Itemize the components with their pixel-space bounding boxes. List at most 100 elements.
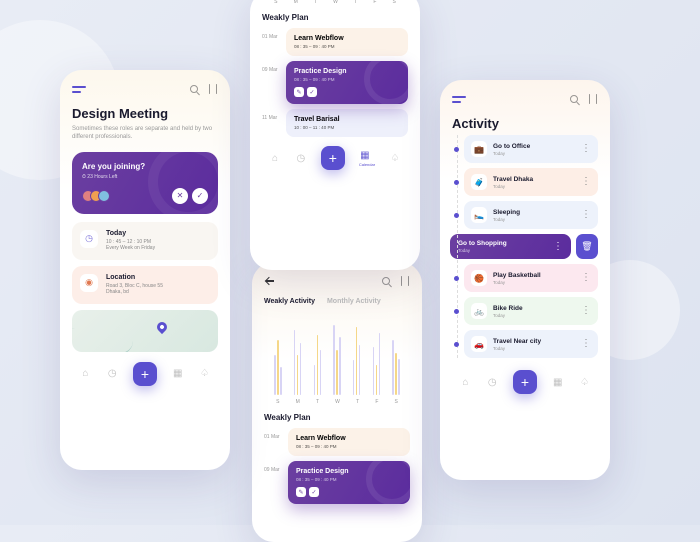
timeline-dot-icon [454,342,459,347]
activity-icon: 💼 [471,141,487,157]
clock-icon: ◷ [80,230,98,248]
activity-title: Activity [452,116,598,131]
menu-icon[interactable] [452,94,466,104]
plan-date: 09 Mar [262,61,280,73]
plan-time: 10 : 00 – 11 : 40 PM [294,125,400,130]
menu-icon[interactable] [72,84,86,94]
activity-item-swiped[interactable]: Go to ShoppingToday⋮🗑 [450,234,598,259]
chip-icon[interactable]: ✎ [294,87,304,97]
search-icon[interactable] [570,95,578,103]
activity-item[interactable]: 💼 Go to OfficeToday ⋮ [464,135,598,163]
nav-add-button[interactable]: + [321,146,345,170]
page-title: Design Meeting [72,106,218,121]
topbar [452,94,598,104]
today-card: ◷ Today 10 : 45 – 12 : 10 PM Every Week … [72,222,218,260]
activity-icon: 🧳 [471,174,487,190]
activity-sub: Today [493,280,575,285]
plan-title: Learn Webflow [294,35,400,42]
more-icon[interactable]: ⋮ [581,213,591,217]
activity-title: Go to Office [493,143,575,150]
more-icon[interactable]: ⋮ [581,147,591,151]
activity-item[interactable]: 🏀 Play BasketballToday ⋮ [464,264,598,292]
activity-title: Sleeping [493,209,575,216]
plan-time: 08 : 35 – 09 : 40 PM [294,77,400,82]
nav-home-icon[interactable]: ⌂ [459,376,471,388]
search-icon[interactable] [190,85,198,93]
screen-meeting: Design Meeting Sometimes these roles are… [60,70,230,470]
timeline-dot-icon [454,276,459,281]
timeline-dot-icon [454,309,459,314]
plan-title: Practice Design [294,68,400,75]
plan-date: 01 Mar [262,28,280,40]
plan-date: 11 Mar [262,109,280,121]
activity-sub: Today [493,184,575,189]
plan-item[interactable]: 01 Mar Learn Webflow 08 : 35 – 09 : 40 PM [262,28,408,56]
delete-button[interactable]: 🗑 [576,234,598,259]
more-icon[interactable]: ⋮ [581,180,591,184]
activity-sub: Today [493,217,575,222]
screen-plan: SMTWTFS Weakly Plan 01 MarLearn Webflow0… [250,0,420,270]
activity-icon: 🏀 [471,270,487,286]
plan-item[interactable]: 09 Mar Practice Design 08 : 35 – 09 : 40 P… [262,61,408,104]
nav-add-button[interactable]: + [513,370,537,394]
plan-time: 08 : 35 – 09 : 40 PM [294,44,400,49]
activity-title: Play Basketball [493,272,575,279]
map-pin-icon [155,320,169,334]
nav-calendar-icon[interactable]: ▦ [172,368,184,380]
chip-icon[interactable]: ✓ [307,87,317,97]
chart-partial: SMTWTFS [262,0,408,5]
bottom-nav: ⌂ ◷ + ▦ ♤ [72,358,218,390]
activity-title: Bike Ride [493,305,575,312]
accept-button[interactable]: ✓ [192,188,208,204]
join-question: Are you joining? [82,162,208,171]
nav-calendar-icon[interactable]: ▦ [552,376,564,388]
nav-bell-icon[interactable]: ♤ [199,368,211,380]
filter-icon[interactable] [588,94,598,104]
more-icon[interactable]: ⋮ [581,342,591,346]
more-icon[interactable]: ⋮ [581,276,591,280]
decline-button[interactable]: ✕ [172,188,188,204]
bottom-nav: ⌂ ◷ + ▦ ♤ [452,366,598,398]
activity-title: Travel Dhaka [493,176,575,183]
nav-clock-icon[interactable]: ◷ [295,152,307,164]
more-icon[interactable]: ⋮ [553,245,563,249]
location-icon: ◉ [80,274,98,292]
bottom-nav: ⌂ ◷ + ▦Calendar ♤ [262,142,408,174]
today-label: Today [106,230,155,237]
activity-timeline: 💼Go to OfficeToday⋮🧳Travel DhakaToday⋮🛌S… [452,135,598,358]
location-label: Location [106,274,163,281]
more-icon[interactable]: ⋮ [581,309,591,313]
timeline-dot-icon [454,147,459,152]
timeline-dot-icon [454,180,459,185]
page-subtitle: Sometimes these roles are separate and h… [72,125,218,142]
timeline-line [457,135,458,358]
nav-calendar-label: Calendar [359,162,375,167]
screen-activity: Activity 💼Go to OfficeToday⋮🧳Travel Dhak… [440,80,610,480]
plan-item[interactable]: 11 Mar Travel Barisal 10 : 00 – 11 : 40 PM [262,109,408,137]
activity-item[interactable]: 🧳 Travel DhakaToday ⋮ [464,168,598,196]
location-card: ◉ Location Road 3, Bloc C, house 55 Dhak… [72,266,218,304]
timeline-dot-icon [454,213,459,218]
filter-icon[interactable] [208,84,218,94]
nav-clock-icon[interactable]: ◷ [486,376,498,388]
activity-item[interactable]: 🚗 Travel Near cityToday ⋮ [464,330,598,358]
activity-item[interactable]: 🛌 SleepingToday ⋮ [464,201,598,229]
activity-sub: Today [493,346,575,351]
map-preview[interactable] [72,310,218,352]
activity-title: Travel Near city [493,338,575,345]
location-city: Dhaka, bd [106,289,163,296]
activity-item[interactable]: 🚲Bike RideToday⋮ [464,297,598,325]
nav-home-icon[interactable]: ⌂ [79,368,91,380]
activity-icon: 🚲 [471,303,487,319]
activity-icon: 🚗 [471,336,487,352]
nav-add-button[interactable]: + [133,362,157,386]
nav-home-icon[interactable]: ⌂ [269,152,281,164]
activity-sub: Today [493,151,575,156]
activity-icon: 🛌 [471,207,487,223]
nav-bell-icon[interactable]: ♤ [579,376,591,388]
nav-clock-icon[interactable]: ◷ [106,368,118,380]
plan-title: Travel Barisal [294,116,400,123]
nav-calendar-icon[interactable]: ▦ [359,149,371,161]
join-time: ⏱ 23 Hours Left [82,174,208,180]
nav-bell-icon[interactable]: ♤ [389,152,401,164]
